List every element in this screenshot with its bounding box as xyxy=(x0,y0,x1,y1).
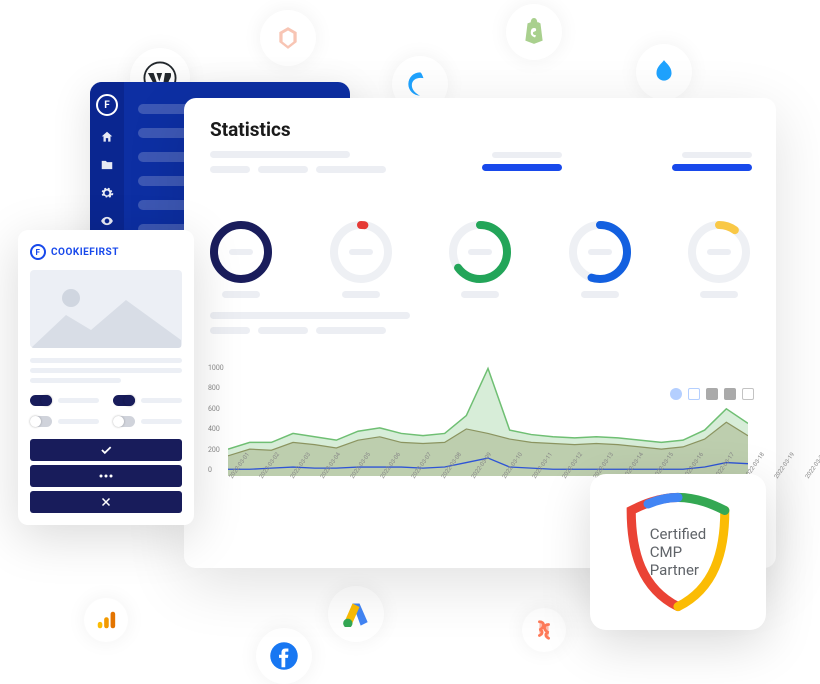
google-ads-icon xyxy=(328,586,384,642)
certified-cmp-partner-badge: CertifiedCMPPartner xyxy=(590,474,766,630)
consent-toggle[interactable] xyxy=(30,416,99,427)
facebook-icon xyxy=(256,628,312,684)
consent-toggle[interactable] xyxy=(113,395,182,406)
badge-text: CertifiedCMPPartner xyxy=(650,525,706,579)
cookiefirst-logo-icon: F xyxy=(96,94,118,116)
accept-button[interactable] xyxy=(30,439,182,461)
consent-toggle[interactable] xyxy=(113,416,182,427)
banner-text-placeholder xyxy=(30,358,182,383)
cookiefirst-logo: F COOKIEFIRST xyxy=(30,244,182,260)
banner-buttons xyxy=(30,439,182,513)
shopify-icon xyxy=(506,4,562,60)
image-placeholder xyxy=(30,270,182,348)
metric-ring xyxy=(330,221,392,298)
metric-ring xyxy=(569,221,631,298)
consent-toggles xyxy=(30,395,182,427)
drupal-icon xyxy=(636,44,692,100)
highlight-bar xyxy=(672,164,752,171)
magento-icon xyxy=(260,10,316,66)
highlight-bar xyxy=(482,164,562,171)
reject-button[interactable] xyxy=(30,491,182,513)
settings-icon[interactable] xyxy=(100,186,114,200)
folder-icon[interactable] xyxy=(100,158,114,172)
hotjar-icon xyxy=(522,608,566,652)
home-icon[interactable] xyxy=(100,130,114,144)
metric-rings xyxy=(210,221,750,298)
stat-highlights xyxy=(482,152,752,171)
metric-ring xyxy=(449,221,511,298)
metric-ring xyxy=(688,221,750,298)
page-title: Statistics xyxy=(210,118,750,141)
cookie-banner-preview: F COOKIEFIRST xyxy=(18,230,194,525)
google-analytics-icon xyxy=(84,598,128,642)
metric-ring xyxy=(210,221,272,298)
cookiefirst-logo-icon: F xyxy=(30,244,46,260)
brand-label: COOKIEFIRST xyxy=(51,247,119,258)
settings-button[interactable] xyxy=(30,465,182,487)
consent-toggle[interactable] xyxy=(30,395,99,406)
show-icon[interactable] xyxy=(100,214,114,228)
